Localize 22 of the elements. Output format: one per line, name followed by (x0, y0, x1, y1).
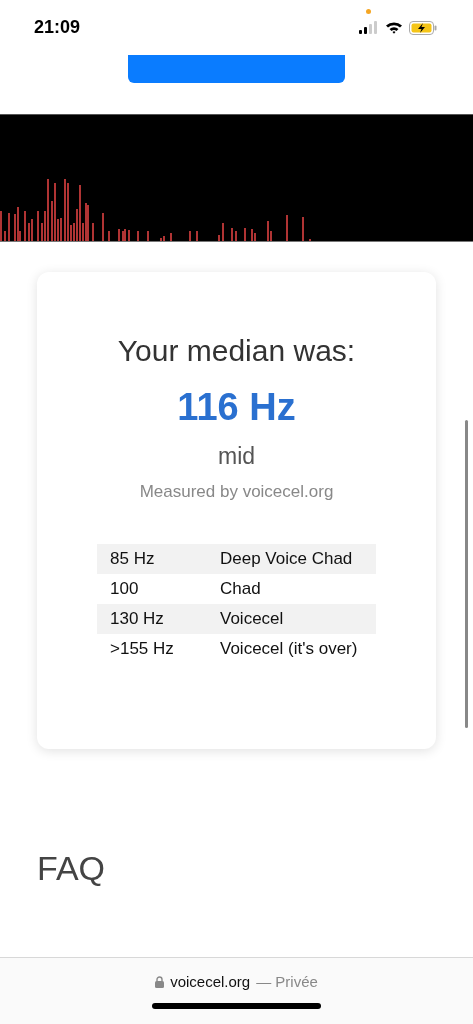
signal-icon (359, 21, 379, 34)
status-time: 21:09 (34, 17, 81, 38)
frequency-cell-text: 130 Hz (109, 609, 165, 629)
label-cell-text: Chad (219, 579, 261, 599)
repeat-test-button[interactable] (128, 55, 345, 83)
credit-text: Measured by voicecel.org (139, 482, 334, 502)
label-cell-text: Deep Voice Chad (219, 549, 353, 569)
median-value: 116 Hz (177, 386, 296, 429)
private-mode-label: — Privée (256, 973, 318, 990)
url-domain[interactable]: voicecel.org (170, 973, 251, 990)
wifi-icon (385, 21, 403, 34)
frequency-cell-text: 85 Hz (109, 549, 156, 569)
label-cell-text: Voicecel (219, 609, 284, 629)
battery-charging-icon (409, 20, 437, 35)
lock-icon (155, 975, 165, 988)
frequency-cell-text: >155 Hz (109, 639, 175, 659)
label-cell-text: Voicecel (it's over) (219, 639, 358, 659)
voice-category: mid (217, 443, 256, 470)
result-heading: Your median was: (117, 334, 356, 368)
privacy-indicator-icon (366, 8, 371, 14)
frequency-cell-text: 100 (109, 579, 140, 599)
faq-heading: FAQ (37, 849, 107, 888)
